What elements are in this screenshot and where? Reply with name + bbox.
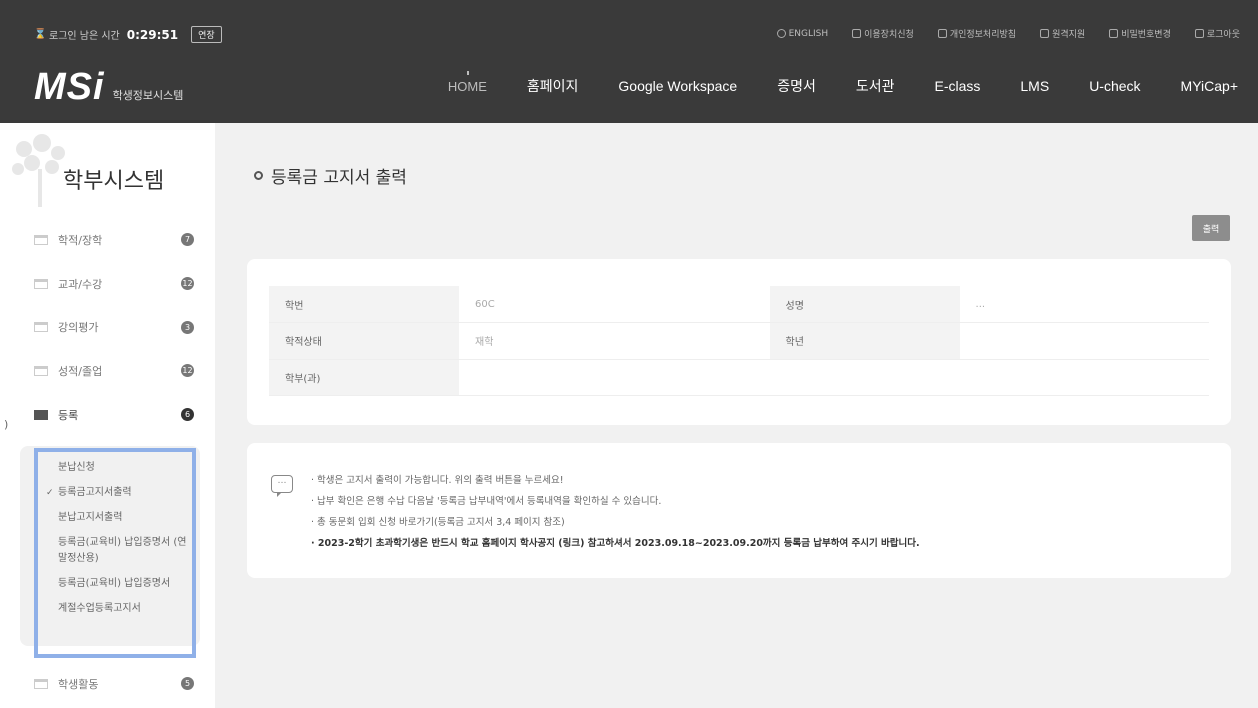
- sidebar-item-grades[interactable]: 성적/졸업 12: [34, 349, 194, 393]
- device-icon: [852, 29, 862, 38]
- change-password-link[interactable]: 비밀번호변경: [1109, 27, 1171, 40]
- submenu-item-installment-bill-print[interactable]: 분납고지서출력: [58, 510, 192, 526]
- sidebar-toggle-icon[interactable]: ): [4, 418, 8, 431]
- notice-item: · 학생은 고지서 출력이 가능합니다. 위의 출력 버튼을 누르세요!: [311, 475, 564, 486]
- registration-submenu: 분납신청 등록금고지서출력 분납고지서출력 등록금(교육비) 납입증명서 (연말…: [34, 448, 196, 658]
- name-value: ...: [959, 286, 1209, 323]
- nav-certificate[interactable]: 증명서: [757, 76, 836, 96]
- nav-homepage[interactable]: 홈페이지: [507, 76, 599, 96]
- count-badge: 3: [181, 320, 194, 334]
- count-badge: 12: [181, 364, 194, 378]
- remote-icon: [1040, 29, 1050, 38]
- submenu-item-tuition-bill-print[interactable]: 등록금고지서출력: [46, 485, 192, 501]
- sidebar-title: 학부시스템: [63, 169, 165, 194]
- sidebar-menu: 학적/장학 7 교과/수강 12 강의평가 3 성적/졸업 12 등록 6: [34, 218, 194, 436]
- submenu-item-payment-certificate-tax[interactable]: 등록금(교육비) 납입증명서 (연말정산용): [58, 535, 192, 567]
- globe-icon: [776, 29, 786, 38]
- sidebar-item-academic-records[interactable]: 학적/장학 7: [34, 218, 194, 262]
- department-label: 학부(과): [269, 359, 459, 396]
- sidebar: 학부시스템 학적/장학 7 교과/수강 12 강의평가 3 성적/졸업 12 등…: [0, 123, 215, 708]
- sidebar-menu-bottom: 학생활동 5: [34, 662, 194, 706]
- table-row: 학부(과): [269, 359, 1209, 396]
- name-label: 성명: [769, 286, 960, 323]
- device-request-link[interactable]: 이용장치신청: [852, 27, 914, 40]
- session-timer: ⌛ 로그인 남은 시간 0:29:51 연장: [34, 26, 222, 43]
- timer-label: 로그인 남은 시간: [49, 31, 120, 42]
- timer-value: 0:29:51: [126, 27, 179, 42]
- remote-support-link[interactable]: 원격지원: [1040, 27, 1085, 40]
- logo-subtitle: 학생정보시스템: [112, 89, 184, 102]
- open-folder-icon: [34, 409, 48, 420]
- sidebar-item-student-activities[interactable]: 학생활동 5: [34, 662, 194, 706]
- notice-list: · 학생은 고지서 출력이 가능합니다. 위의 출력 버튼을 누르세요! · 납…: [311, 470, 920, 554]
- key-icon: [1109, 29, 1119, 38]
- folder-icon: [34, 278, 48, 289]
- folder-icon: [34, 365, 48, 376]
- speech-bubble-icon: …: [271, 475, 293, 497]
- submenu-item-installment-request[interactable]: 분납신청: [58, 460, 192, 476]
- student-info-table: 학번 60⁠C 성명 ... 학적상태 재학 학년 학부(과): [269, 286, 1209, 396]
- print-button[interactable]: 출력: [1192, 215, 1230, 241]
- folder-icon: [34, 234, 48, 245]
- grade-label: 학년: [769, 322, 960, 360]
- student-info-card: 학번 60⁠C 성명 ... 학적상태 재학 학년 학부(과): [247, 259, 1231, 425]
- department-value: [459, 359, 1209, 396]
- logo[interactable]: MSi 학생정보시스템: [34, 66, 183, 109]
- page-title: 등록금 고지서 출력: [254, 163, 407, 188]
- notice-item-alumni-link[interactable]: · 총 동문회 입회 신청 바로가기(등록금 고지서 3,4 페이지 참조): [311, 512, 920, 533]
- grade-value: [959, 322, 1209, 360]
- sidebar-item-lecture-evaluation[interactable]: 강의평가 3: [34, 305, 194, 349]
- bullet-circle-icon: [254, 171, 263, 180]
- table-row: 학번 60⁠C 성명 ...: [269, 286, 1209, 323]
- notice-item: · 납부 확인은 은행 수납 다음날 '등록금 납부내역'에서 등록내역을 확인…: [311, 496, 662, 507]
- count-badge: 6: [181, 408, 194, 422]
- folder-icon: [34, 678, 48, 689]
- notice-card: … · 학생은 고지서 출력이 가능합니다. 위의 출력 버튼을 누르세요! ·…: [247, 443, 1231, 578]
- folder-icon: [34, 322, 48, 333]
- status-label: 학적상태: [269, 322, 459, 360]
- privacy-icon: [937, 29, 947, 38]
- sidebar-item-registration[interactable]: 등록 6: [34, 393, 194, 437]
- main-nav: HOME 홈페이지 Google Workspace 증명서 도서관 E-cla…: [428, 66, 1258, 106]
- submenu-item-seasonal-bill[interactable]: 계절수업등록고지서: [58, 601, 192, 617]
- count-badge: 5: [181, 677, 194, 691]
- logo-text: MSi: [34, 66, 105, 108]
- submenu-item-payment-certificate[interactable]: 등록금(교육비) 납입증명서: [58, 576, 192, 592]
- count-badge: 7: [181, 233, 194, 247]
- student-id-label: 학번: [269, 286, 459, 323]
- nav-ucheck[interactable]: U-check: [1069, 78, 1160, 94]
- english-link[interactable]: ENGLISH: [776, 27, 828, 40]
- header: ⌛ 로그인 남은 시간 0:29:51 연장 ENGLISH 이용장치신청 개인…: [0, 0, 1258, 123]
- count-badge: 12: [181, 277, 194, 291]
- table-row: 학적상태 재학 학년: [269, 322, 1209, 360]
- utility-links: ENGLISH 이용장치신청 개인정보처리방침 원격지원 비밀번호변경 로그아웃: [776, 27, 1240, 40]
- logout-link[interactable]: 로그아웃: [1194, 27, 1240, 40]
- extend-session-button[interactable]: 연장: [191, 26, 222, 43]
- notice-item-important: · 2023-2학기 초과학기생은 반드시 학교 홈페이지 학사공지 (링크) …: [311, 538, 920, 549]
- sidebar-item-courses[interactable]: 교과/수강 12: [34, 262, 194, 306]
- privacy-policy-link[interactable]: 개인정보처리방침: [937, 27, 1016, 40]
- nav-myicap[interactable]: MYiCap+: [1161, 78, 1258, 94]
- nav-eclass[interactable]: E-class: [914, 78, 1000, 94]
- nav-library[interactable]: 도서관: [836, 76, 915, 96]
- student-id-value: 60⁠C: [459, 286, 770, 323]
- logout-icon: [1194, 29, 1204, 38]
- hourglass-icon: ⌛: [34, 28, 47, 40]
- nav-lms[interactable]: LMS: [1000, 78, 1069, 94]
- nav-google-workspace[interactable]: Google Workspace: [598, 78, 757, 94]
- status-value: 재학: [459, 322, 770, 360]
- nav-home[interactable]: HOME: [428, 70, 507, 94]
